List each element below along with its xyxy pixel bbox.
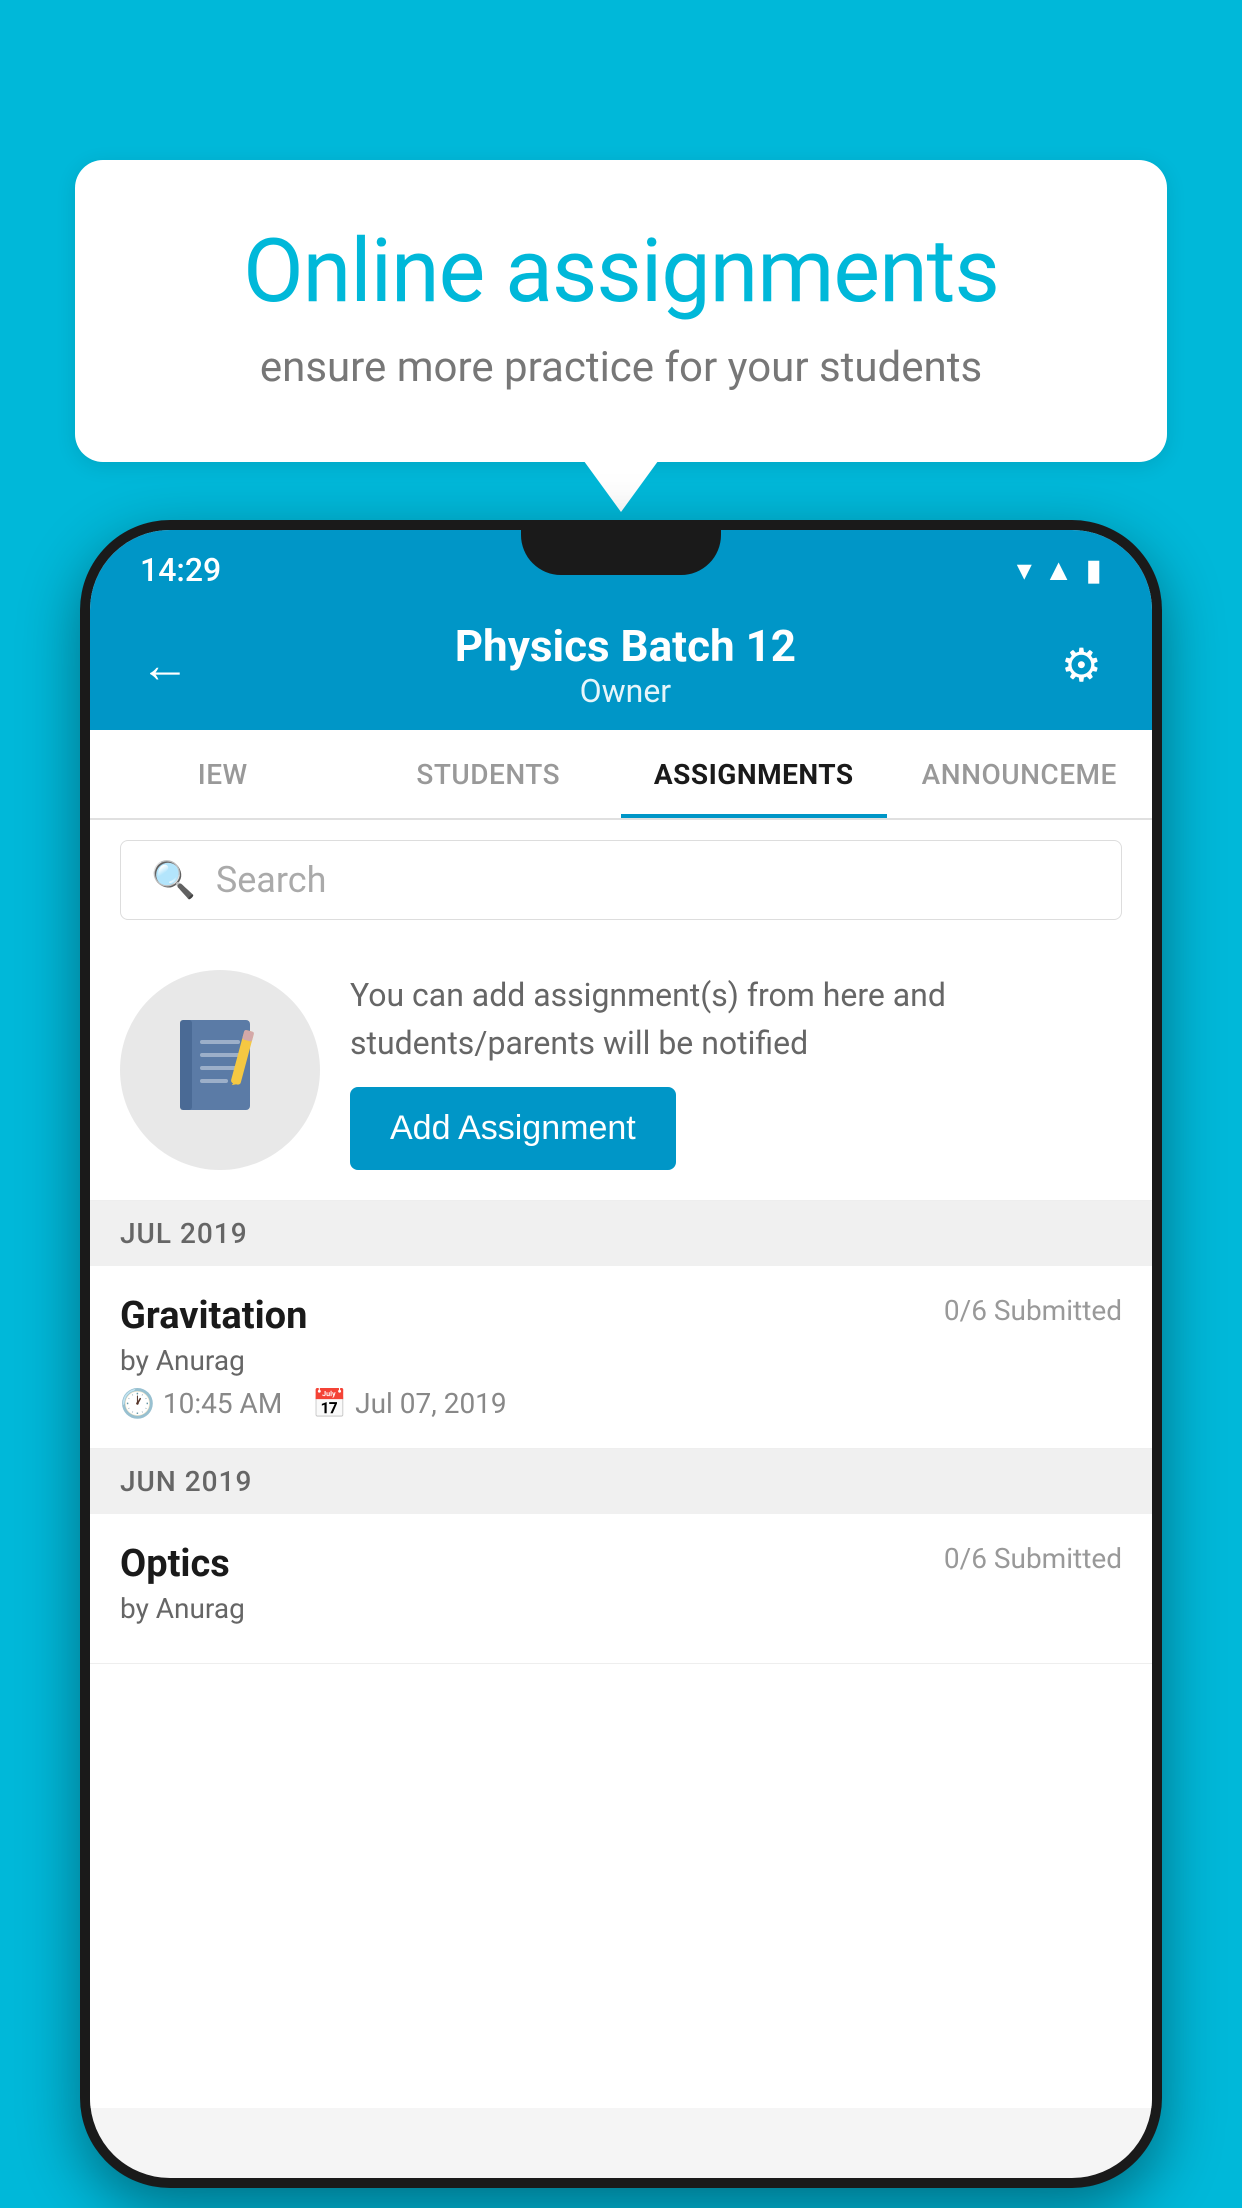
assignment-by-gravitation: by Anurag — [120, 1344, 1122, 1377]
promo-icon-circle — [120, 970, 320, 1170]
assignment-row1: Gravitation 0/6 Submitted — [120, 1294, 1122, 1338]
promo-content: You can add assignment(s) from here and … — [350, 971, 1122, 1170]
assignment-time-item: 🕐 10:45 AM — [120, 1387, 282, 1420]
promo-description: You can add assignment(s) from here and … — [350, 971, 1122, 1067]
assignment-meta-gravitation: 🕐 10:45 AM 📅 Jul 07, 2019 — [120, 1387, 1122, 1420]
promo-section: You can add assignment(s) from here and … — [90, 940, 1152, 1201]
tab-announcements[interactable]: ANNOUNCEME — [887, 730, 1153, 818]
section-header-jun: JUN 2019 — [90, 1449, 1152, 1514]
back-button[interactable]: ← — [140, 636, 190, 695]
assignment-submitted-gravitation: 0/6 Submitted — [944, 1294, 1122, 1327]
app-header: ← Physics Batch 12 Owner ⚙ — [90, 600, 1152, 730]
tab-overview[interactable]: IEW — [90, 730, 356, 818]
tabs-bar: IEW STUDENTS ASSIGNMENTS ANNOUNCEME — [90, 730, 1152, 820]
assignment-time: 10:45 AM — [163, 1387, 282, 1420]
phone-wrapper: 14:29 ▾ ▲ ▮ ← Physics Batch 12 Owner ⚙ — [80, 520, 1162, 2188]
status-icons: ▾ ▲ ▮ — [1017, 553, 1102, 588]
speech-bubble-wrapper: Online assignments ensure more practice … — [75, 160, 1167, 462]
header-title-block: Physics Batch 12 Owner — [455, 620, 796, 710]
phone-frame: 14:29 ▾ ▲ ▮ ← Physics Batch 12 Owner ⚙ — [80, 520, 1162, 2188]
search-container: 🔍 Search — [90, 820, 1152, 940]
signal-icon: ▲ — [1044, 553, 1074, 588]
batch-subtitle: Owner — [455, 672, 796, 710]
status-time: 14:29 — [140, 551, 221, 589]
phone-screen: 14:29 ▾ ▲ ▮ ← Physics Batch 12 Owner ⚙ — [90, 530, 1152, 2178]
phone-notch — [521, 520, 721, 575]
add-assignment-button[interactable]: Add Assignment — [350, 1087, 676, 1170]
battery-icon: ▮ — [1085, 553, 1102, 588]
assignment-date: Jul 07, 2019 — [355, 1387, 507, 1420]
speech-bubble-subtitle: ensure more practice for your students — [155, 343, 1087, 392]
assignment-item-gravitation[interactable]: Gravitation 0/6 Submitted by Anurag 🕐 10… — [90, 1266, 1152, 1449]
search-icon: 🔍 — [151, 859, 196, 901]
batch-title: Physics Batch 12 — [455, 620, 796, 672]
assignment-date-item: 📅 Jul 07, 2019 — [312, 1387, 506, 1420]
search-bar[interactable]: 🔍 Search — [120, 840, 1122, 920]
assignment-submitted-optics: 0/6 Submitted — [944, 1542, 1122, 1575]
speech-bubble: Online assignments ensure more practice … — [75, 160, 1167, 462]
assignment-item-optics[interactable]: Optics 0/6 Submitted by Anurag — [90, 1514, 1152, 1664]
speech-bubble-title: Online assignments — [155, 220, 1087, 323]
section-header-jul: JUL 2019 — [90, 1201, 1152, 1266]
content-area: 🔍 Search — [90, 820, 1152, 2108]
tab-students[interactable]: STUDENTS — [356, 730, 622, 818]
calendar-icon: 📅 — [312, 1387, 347, 1420]
assignment-row1-optics: Optics 0/6 Submitted — [120, 1542, 1122, 1586]
tab-assignments[interactable]: ASSIGNMENTS — [621, 730, 887, 818]
assignment-by-optics: by Anurag — [120, 1592, 1122, 1625]
assignment-name-optics: Optics — [120, 1542, 230, 1586]
notebook-svg-icon — [170, 1015, 270, 1125]
assignment-name-gravitation: Gravitation — [120, 1294, 307, 1338]
clock-icon: 🕐 — [120, 1387, 155, 1420]
settings-icon[interactable]: ⚙ — [1061, 638, 1102, 693]
search-placeholder: Search — [216, 859, 327, 901]
wifi-icon: ▾ — [1017, 553, 1032, 588]
